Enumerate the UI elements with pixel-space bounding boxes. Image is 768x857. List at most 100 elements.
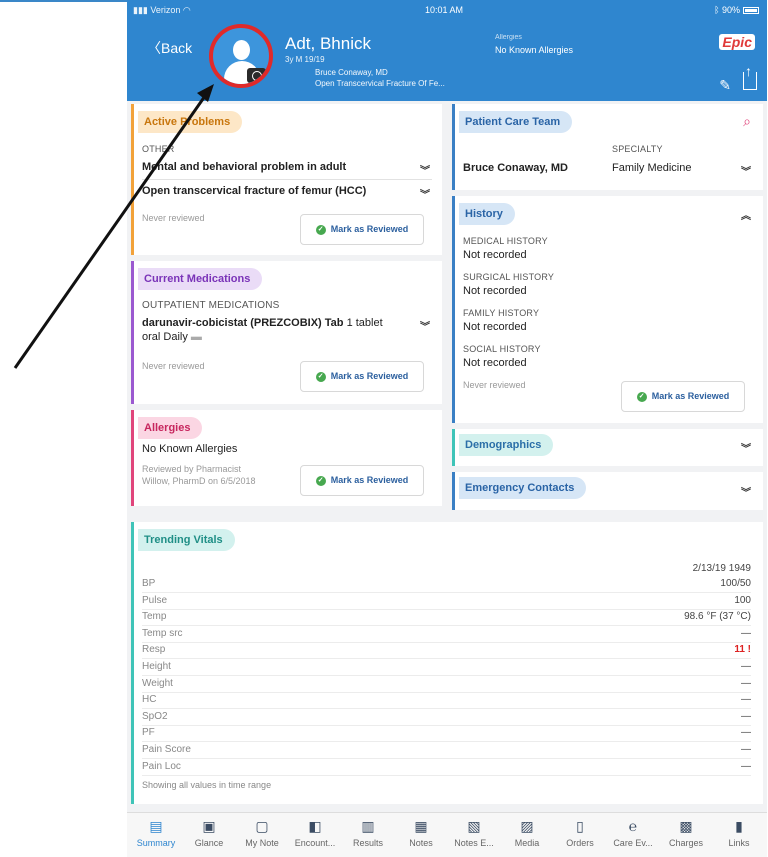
- medications-title[interactable]: Current Medications: [138, 268, 263, 290]
- tab-notes[interactable]: ▦ Notes: [394, 817, 448, 848]
- camera-icon[interactable]: [247, 68, 266, 83]
- check-circle-icon: ✓: [315, 475, 326, 486]
- tab-label: Orders: [566, 838, 594, 848]
- allergies-reviewed-by: Reviewed by Pharmacist: [142, 464, 242, 474]
- collapse-chevron-icon[interactable]: ︽: [741, 207, 751, 222]
- history-section-value: Not recorded: [463, 321, 527, 333]
- edit-pencil-icon[interactable]: ✎: [719, 77, 731, 94]
- mark-reviewed-button[interactable]: ✓ Mark as Reviewed: [300, 214, 424, 245]
- medication-item[interactable]: darunavir-cobicistat (PREZCOBIX) Tab 1 t…: [142, 316, 412, 344]
- tab-glance[interactable]: ▣ Glance: [182, 817, 236, 848]
- vitals-label: Resp: [142, 644, 166, 656]
- problem-item-2[interactable]: Open transcervical fracture of femur (HC…: [142, 185, 366, 197]
- vitals-value: —: [741, 661, 751, 672]
- care-team-title[interactable]: Patient Care Team: [459, 111, 573, 133]
- history-title[interactable]: History: [459, 203, 515, 225]
- tab-results[interactable]: ▥ Results: [341, 817, 395, 848]
- vitals-row[interactable]: SpO2 —: [142, 709, 751, 726]
- patient-age-sex: 3y M 19/19: [285, 55, 325, 64]
- care-team-specialty: Family Medicine: [612, 162, 692, 174]
- allergies-card: Allergies No Known Allergies Reviewed by…: [131, 410, 442, 506]
- person-head-icon: [233, 40, 250, 60]
- vitals-row[interactable]: HC —: [142, 692, 751, 710]
- notes-icon: ▦: [414, 818, 428, 834]
- tab-links[interactable]: ▮ Links: [712, 817, 766, 848]
- patient-care-team-card: Patient Care Team ⌕ SPECIALTY Bruce Cona…: [452, 104, 763, 190]
- back-button[interactable]: 〈Back: [147, 38, 192, 58]
- vitals-value: —: [741, 677, 751, 689]
- glance-icon: ▣: [202, 818, 216, 834]
- tab-label: Links: [728, 838, 750, 848]
- medications-section-label: OUTPATIENT MEDICATIONS: [142, 300, 280, 311]
- emergency-contacts-card[interactable]: Emergency Contacts ︾: [452, 472, 763, 510]
- vitals-label: Pain Score: [142, 744, 191, 755]
- check-circle-icon: ✓: [315, 224, 326, 235]
- tab-encount[interactable]: ◧ Encount...: [288, 817, 342, 848]
- tab-summary[interactable]: ▤ Summary: [129, 817, 183, 848]
- vitals-title[interactable]: Trending Vitals: [138, 529, 235, 551]
- links-icon: ▮: [735, 818, 743, 834]
- demographics-title[interactable]: Demographics: [459, 434, 554, 456]
- epic-logo: Epic: [719, 34, 755, 50]
- history-section-value: Not recorded: [463, 249, 527, 261]
- status-battery: ᛒ 90%: [714, 5, 759, 15]
- expand-chevron-icon[interactable]: ︾: [741, 484, 751, 499]
- problem-item-1[interactable]: Mental and behavioral problem in adult: [142, 161, 346, 173]
- vitals-row[interactable]: PF —: [142, 725, 751, 743]
- allergies-reviewed-date: Willow, PharmD on 6/5/2018: [142, 476, 256, 486]
- expand-chevron-icon[interactable]: ︾: [420, 318, 430, 333]
- expand-chevron-icon[interactable]: ︾: [741, 163, 751, 178]
- status-carrier: ▮▮▮ Verizon ◠: [133, 5, 191, 16]
- vitals-value: 100: [734, 594, 751, 606]
- check-circle-icon: ✓: [636, 391, 647, 402]
- vitals-row[interactable]: Resp 11 !: [142, 642, 751, 660]
- vitals-label: Temp: [142, 611, 167, 623]
- vitals-row[interactable]: Temp 98.6 °F (37 °C): [142, 609, 751, 627]
- current-medications-card: Current Medications OUTPATIENT MEDICATIO…: [131, 261, 442, 404]
- history-section-label: SOCIAL HISTORY: [463, 344, 541, 354]
- tab-care-ev[interactable]: ℮ Care Ev...: [606, 817, 660, 848]
- tab-media[interactable]: ▨ Media: [500, 817, 554, 848]
- vitals-row[interactable]: Temp src —: [142, 626, 751, 643]
- patient-name: Adt, Bhnick: [285, 34, 371, 53]
- vitals-row[interactable]: Weight —: [142, 676, 751, 693]
- problems-divider: [142, 179, 432, 180]
- medication-dose: 1 tablet: [346, 317, 383, 329]
- bluetooth-icon: ᛒ: [714, 5, 720, 15]
- mark-reviewed-button[interactable]: ✓ Mark as Reviewed: [621, 381, 745, 412]
- carrier-label: Verizon: [150, 5, 181, 15]
- expand-chevron-icon[interactable]: ︾: [420, 186, 430, 201]
- tab-charges[interactable]: ▩ Charges: [659, 817, 713, 848]
- share-icon[interactable]: [743, 64, 757, 90]
- tab-my-note[interactable]: ▢ My Note: [235, 817, 289, 848]
- header-allergies-value: No Known Allergies: [495, 45, 574, 55]
- mark-reviewed-label: Mark as Reviewed: [330, 224, 409, 234]
- vitals-row[interactable]: BP 100/50: [142, 576, 751, 593]
- tab-notes-e[interactable]: ▧ Notes E...: [447, 817, 501, 848]
- expand-chevron-icon[interactable]: ︾: [420, 162, 430, 177]
- mark-reviewed-button[interactable]: ✓ Mark as Reviewed: [300, 465, 424, 496]
- vitals-label: Weight: [142, 677, 173, 689]
- chat-bubble-icon[interactable]: ⌕: [743, 113, 751, 130]
- care-team-member[interactable]: Bruce Conaway, MD: [463, 162, 568, 174]
- vitals-row[interactable]: Pain Loc —: [142, 759, 751, 776]
- vitals-label: BP: [142, 578, 156, 589]
- vitals-row[interactable]: Pain Score —: [142, 742, 751, 759]
- mark-reviewed-button[interactable]: ✓ Mark as Reviewed: [300, 361, 424, 392]
- emergency-contacts-title[interactable]: Emergency Contacts: [459, 477, 587, 499]
- patient-photo-avatar[interactable]: [209, 24, 273, 88]
- active-problems-card: Active Problems OTHER Mental and behavio…: [131, 104, 442, 255]
- demographics-card[interactable]: Demographics ︾: [452, 429, 763, 466]
- allergies-value: No Known Allergies: [142, 443, 238, 455]
- tab-orders[interactable]: ▯ Orders: [553, 817, 607, 848]
- allergies-title[interactable]: Allergies: [138, 417, 203, 439]
- history-card: History ︽ MEDICAL HISTORY Not recorded S…: [452, 196, 763, 423]
- expand-chevron-icon[interactable]: ︾: [741, 440, 751, 455]
- active-problems-title[interactable]: Active Problems: [138, 111, 243, 133]
- vitals-value: —: [741, 710, 751, 722]
- vitals-row[interactable]: Pulse 100: [142, 593, 751, 610]
- vitals-label: Height: [142, 661, 171, 672]
- vitals-row[interactable]: Height —: [142, 659, 751, 676]
- specialty-header: SPECIALTY: [612, 144, 663, 154]
- vitals-footer: Showing all values in time range: [142, 780, 272, 790]
